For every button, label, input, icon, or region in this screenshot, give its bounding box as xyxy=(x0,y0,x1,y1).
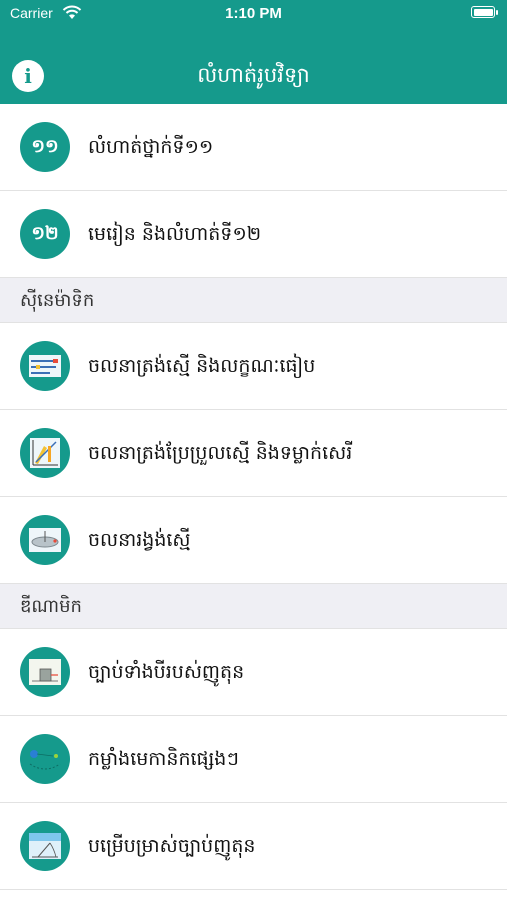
planet-orbit-icon xyxy=(20,734,70,784)
list-item-newtons-laws[interactable]: ច្បាប់ទាំងបីរបស់ញូតុន xyxy=(0,629,507,716)
list-item-accelerated-motion[interactable]: ចលនាត្រង់ប្រែប្រួលស្មើ និងទម្លាក់សេរី xyxy=(0,410,507,497)
list-item-grade-12[interactable]: ១២ មេរៀន និងលំហាត់ទី១២ xyxy=(0,191,507,278)
block-force-icon xyxy=(20,647,70,697)
list-item-label: បម្រើបម្រាស់ច្បាប់ញូតុន xyxy=(88,835,256,857)
page-title: លំហាត់រូបវិទ្យា xyxy=(197,63,310,87)
battery-icon xyxy=(471,6,498,18)
list-item-circular-motion[interactable]: ចលនារង្វង់ស្មើ xyxy=(0,497,507,584)
list-item-label: កម្លាំងមេកានិកផ្សេងៗ xyxy=(88,748,239,770)
clock: 1:10 PM xyxy=(225,5,282,22)
list-item-label: ចលនាត្រង់ស្មើ និងលក្ខណៈធៀប xyxy=(88,355,316,377)
grade-11-badge: ១១ xyxy=(20,122,70,172)
circular-disc-icon xyxy=(20,515,70,565)
list-item-uniform-motion[interactable]: ចលនាត្រង់ស្មើ និងលក្ខណៈធៀប xyxy=(0,323,507,410)
list-item-newton-applications[interactable]: បម្រើបម្រាស់ច្បាប់ញូតុន xyxy=(0,803,507,890)
section-header-dynamics: ឌីណាមិក xyxy=(0,584,507,629)
list-item-label: ច្បាប់ទាំងបីរបស់ញូតុន xyxy=(88,661,245,683)
status-bar: Carrier 1:10 PM xyxy=(0,0,507,28)
list-item-grade-11[interactable]: ១១ លំហាត់ថ្នាក់ទី១១ xyxy=(0,104,507,191)
incline-projectile-icon xyxy=(20,821,70,871)
app-header: Carrier 1:10 PM i លំហាត់រូបវិទ្យា xyxy=(0,0,507,104)
section-header-kinematics: ស៊ីនេម៉ាទិក xyxy=(0,278,507,323)
list-item-label: មេរៀន និងលំហាត់ទី១២ xyxy=(88,223,262,245)
velocity-graph-icon xyxy=(20,341,70,391)
acceleration-graph-icon xyxy=(20,428,70,478)
lesson-list: ១១ លំហាត់ថ្នាក់ទី១១ ១២ មេរៀន និងលំហាត់ទី… xyxy=(0,104,507,890)
list-item-label: ចលនាត្រង់ប្រែប្រួលស្មើ និងទម្លាក់សេរី xyxy=(88,442,353,464)
list-item-label: ចលនារង្វង់ស្មើ xyxy=(88,529,191,551)
list-item-label: លំហាត់ថ្នាក់ទី១១ xyxy=(88,136,214,158)
list-item-mechanical-forces[interactable]: កម្លាំងមេកានិកផ្សេងៗ xyxy=(0,716,507,803)
grade-12-badge: ១២ xyxy=(20,209,70,259)
